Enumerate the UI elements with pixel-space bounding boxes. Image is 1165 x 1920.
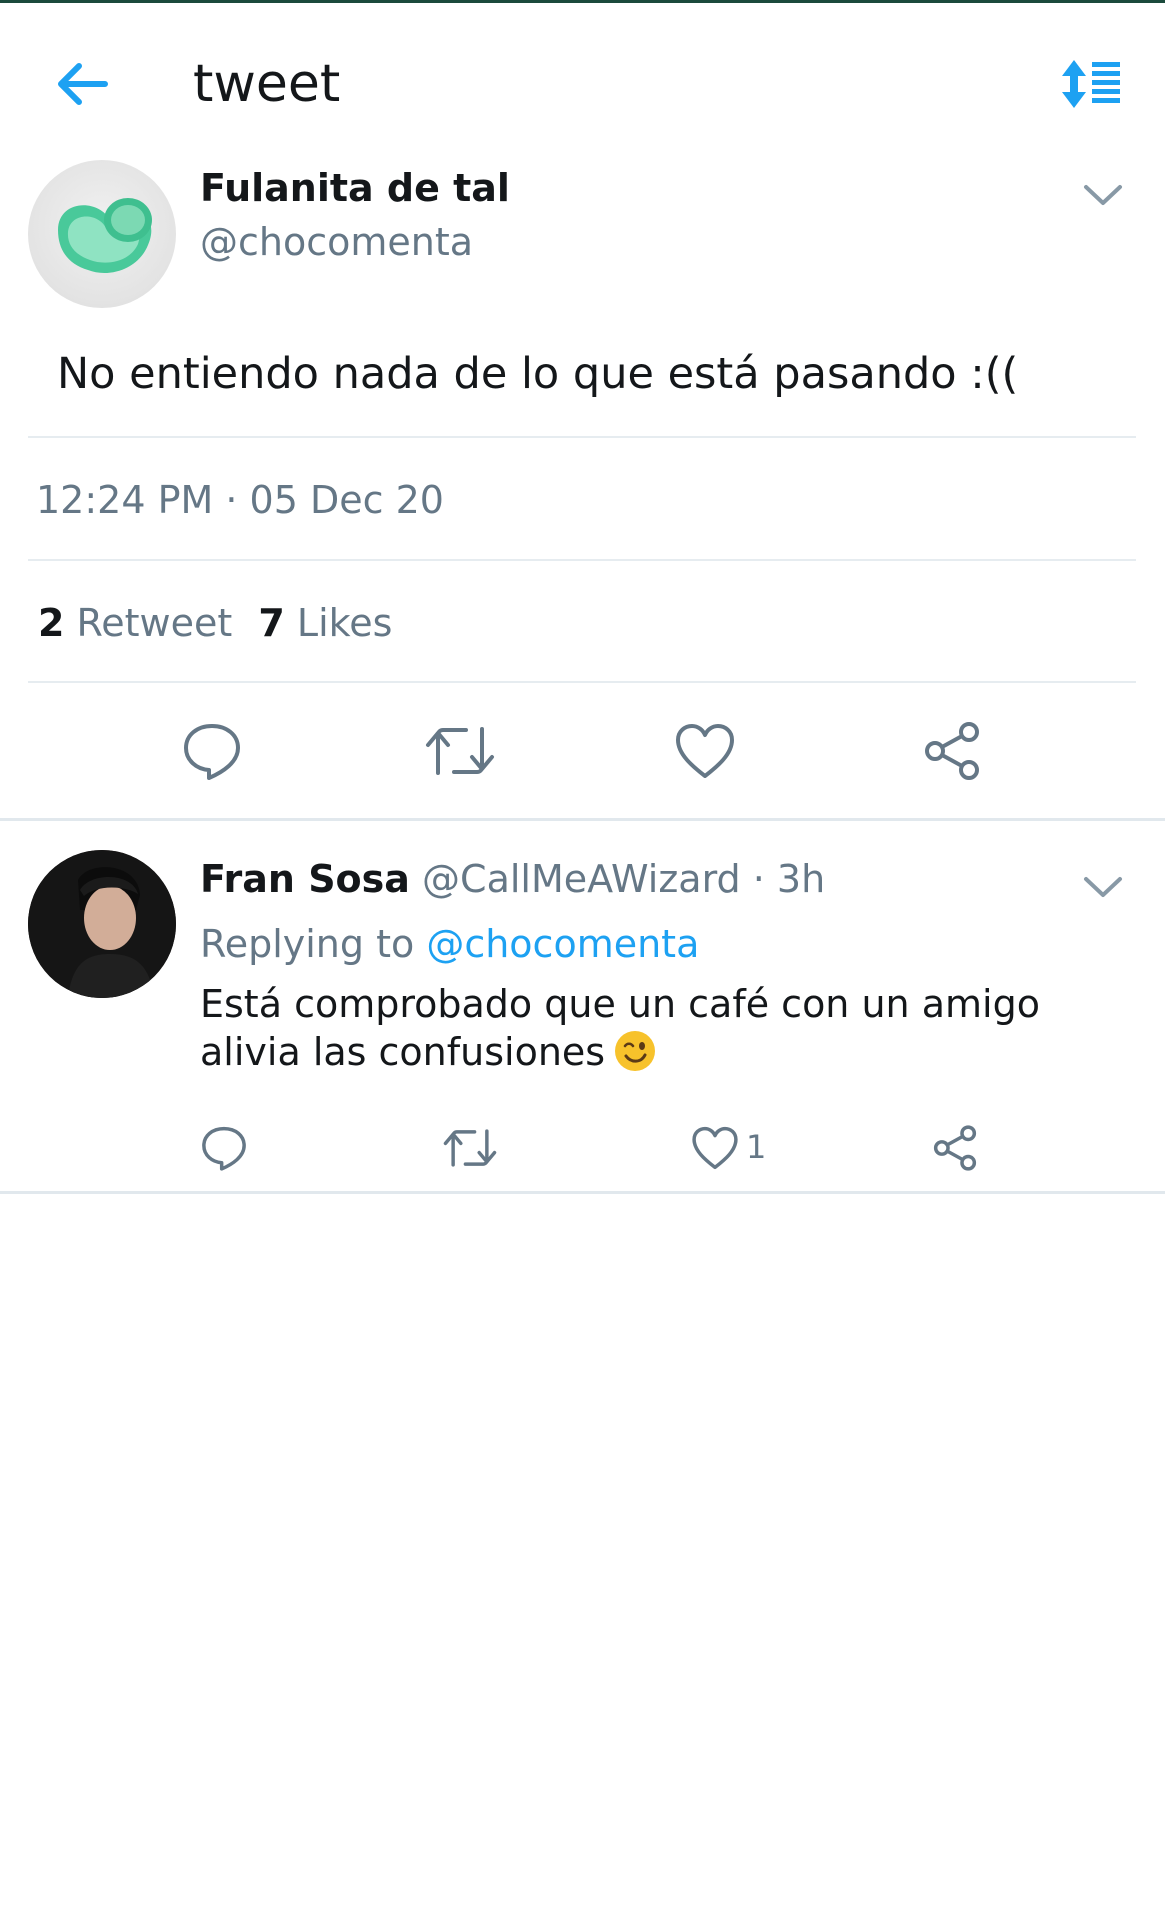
tweet-stats: 2 Retweet 7 Likes	[38, 597, 392, 649]
tweet-timestamp: 12:24 PM · 05 Dec 20	[36, 478, 444, 522]
share-icon	[925, 722, 979, 780]
sort-button[interactable]	[1058, 53, 1124, 115]
sort-list-icon	[1062, 60, 1120, 108]
back-button[interactable]	[46, 54, 116, 114]
reply-button[interactable]	[177, 716, 247, 786]
winking-face-emoji	[615, 1031, 656, 1071]
reply-like-button[interactable]	[688, 1121, 742, 1175]
tweet-menu-button[interactable]	[1077, 175, 1129, 215]
reply-time: · 3h	[752, 857, 826, 901]
like-icon	[692, 1126, 738, 1170]
avatar-image	[28, 850, 176, 998]
avatar-image	[58, 198, 152, 273]
author-handle[interactable]: @chocomenta	[200, 220, 473, 264]
retweet-button[interactable]	[422, 716, 498, 786]
divider	[28, 559, 1136, 561]
replying-to: Replying to @chocomenta	[200, 915, 699, 973]
reply-retweet-button[interactable]	[441, 1121, 499, 1175]
retweet-icon	[426, 727, 494, 775]
share-icon	[933, 1125, 977, 1171]
reply-text-block: Está comprobado que un café con un amigo…	[200, 980, 1150, 1076]
divider	[28, 681, 1136, 683]
app-header: tweet	[0, 3, 1165, 153]
reply-author-name[interactable]: Fran Sosa	[200, 857, 410, 901]
retweet-label[interactable]: Retweet	[77, 601, 233, 645]
reply-reply-button[interactable]	[197, 1121, 251, 1175]
reply-icon	[202, 1126, 246, 1171]
replying-mention[interactable]: @chocomenta	[426, 922, 699, 966]
reply-like-count: 1	[746, 1128, 767, 1166]
reply-share-button[interactable]	[928, 1121, 982, 1175]
tweet-text: No entiendo nada de lo que está pasando …	[57, 349, 1019, 399]
likes-label[interactable]: Likes	[297, 601, 393, 645]
reply-avatar[interactable]	[28, 850, 176, 998]
divider	[28, 436, 1136, 438]
chevron-down-icon	[1084, 185, 1122, 205]
reply-header: Fran Sosa @CallMeAWizard · 3h	[200, 850, 825, 908]
like-button[interactable]	[670, 716, 740, 786]
reply-author-handle[interactable]: @CallMeAWizard	[422, 857, 741, 901]
reply-icon	[184, 724, 240, 780]
like-count[interactable]: 7	[258, 601, 284, 645]
like-icon	[676, 724, 734, 778]
chevron-down-icon	[1084, 877, 1122, 897]
section-divider	[0, 818, 1165, 821]
retweet-icon	[443, 1129, 497, 1167]
avatar[interactable]	[28, 160, 176, 308]
retweet-count[interactable]: 2	[38, 601, 64, 645]
share-button[interactable]	[917, 716, 987, 786]
section-divider	[0, 1191, 1165, 1194]
page-title: tweet	[193, 54, 341, 114]
replying-label: Replying to	[200, 922, 415, 966]
author-name[interactable]: Fulanita de tal	[200, 166, 510, 210]
arrow-left-icon	[58, 63, 108, 105]
reply-menu-button[interactable]	[1077, 867, 1129, 907]
